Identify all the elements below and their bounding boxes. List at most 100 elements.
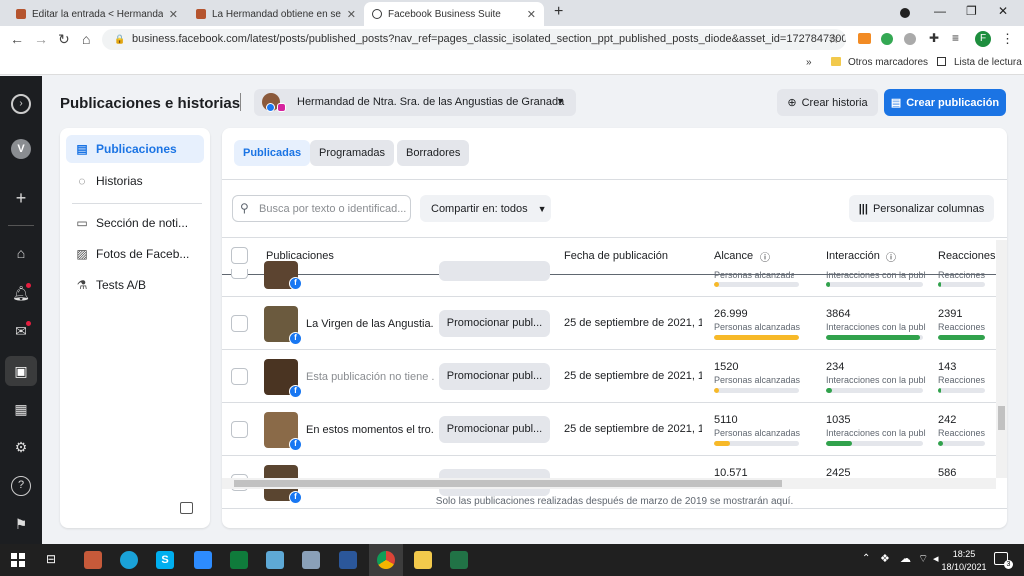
horizontal-scrollbar[interactable]: [222, 478, 996, 489]
post-text[interactable]: La Virgen de las Angustia...: [306, 318, 434, 330]
windows-start-icon[interactable]: [11, 553, 25, 567]
table-row[interactable]: f En estos momentos el tro... Promociona…: [222, 404, 1007, 456]
select-all-checkbox[interactable]: [231, 247, 248, 264]
row-checkbox[interactable]: [231, 421, 248, 438]
post-text[interactable]: En estos momentos el tro...: [306, 424, 434, 436]
chrome-menu-icon[interactable]: ⋮: [1001, 31, 1014, 47]
table-row[interactable]: f La Virgen de las Angustia... Promocion…: [222, 298, 1007, 350]
settings-gear-icon[interactable]: ⚙: [11, 437, 31, 457]
bookmarks-overflow-icon[interactable]: »: [806, 57, 812, 68]
tray-chevron-icon[interactable]: ⌃: [862, 553, 870, 564]
reactions-value: 2391: [938, 308, 963, 320]
tab-programadas[interactable]: Programadas: [310, 140, 395, 166]
wifi-icon[interactable]: ⌔: [918, 552, 928, 566]
table-row[interactable]: f Personas alcanzadas Interacciones con …: [222, 261, 1007, 297]
close-window-icon[interactable]: ✕: [998, 4, 1008, 18]
minimize-icon[interactable]: —: [934, 4, 946, 18]
customize-columns-button[interactable]: ||| Personalizar columnas: [849, 195, 994, 222]
create-plus-icon[interactable]: +: [11, 188, 31, 208]
scrollbar-thumb[interactable]: [998, 406, 1005, 430]
search-input[interactable]: ⚲ Busca por texto o identificad...: [232, 195, 411, 222]
zoom-icon[interactable]: [194, 551, 212, 569]
clock-time[interactable]: 18:25: [944, 549, 984, 559]
app-icon[interactable]: [266, 551, 284, 569]
row-checkbox[interactable]: [231, 368, 248, 385]
extensions-puzzle-icon[interactable]: ✚: [929, 31, 939, 45]
volume-icon[interactable]: ◂: [933, 552, 939, 565]
post-text[interactable]: Esta publicación no tiene ...: [306, 371, 434, 383]
browser-tab[interactable]: Editar la entrada < Hermandad d ✕: [8, 2, 186, 26]
profile-avatar[interactable]: F: [975, 31, 991, 47]
extension-icon[interactable]: [881, 33, 893, 45]
scrollbar-thumb[interactable]: [234, 480, 782, 487]
column-header-date[interactable]: Fecha de publicación: [564, 250, 668, 262]
sidebar-item-historias[interactable]: ◌ Historias: [66, 167, 204, 195]
info-icon[interactable]: ⓘ: [760, 249, 770, 264]
reading-list-link[interactable]: Lista de lectura: [954, 57, 1022, 68]
help-icon[interactable]: ?: [11, 476, 31, 496]
sidebar-item-fotos[interactable]: ▨ Fotos de Faceb...: [66, 240, 204, 268]
extension-icon[interactable]: [858, 33, 871, 44]
bookmark-star-icon[interactable]: ☆: [828, 31, 840, 47]
table-row[interactable]: f Esta publicación no tiene ... Promocio…: [222, 351, 1007, 403]
address-bar[interactable]: 🔒 business.facebook.com/latest/posts/pub…: [102, 29, 846, 50]
planner-icon[interactable]: ▦: [11, 399, 31, 419]
column-header-reactions[interactable]: Reacciones: [938, 250, 995, 262]
task-view-icon[interactable]: ⊟: [46, 552, 56, 566]
skype-icon[interactable]: S: [156, 551, 174, 569]
media-indicator-icon[interactable]: [900, 8, 910, 18]
create-story-button[interactable]: ⊕ Crear historia: [777, 89, 878, 116]
report-icon[interactable]: ⚑: [11, 514, 31, 534]
edge-icon[interactable]: [120, 551, 138, 569]
create-post-button[interactable]: ▤ Crear publicación: [884, 89, 1006, 116]
word-icon[interactable]: [339, 551, 357, 569]
clock-date[interactable]: 18/10/2021: [940, 562, 988, 572]
excel-icon[interactable]: [450, 551, 468, 569]
sidebar-item-seccion-noticias[interactable]: ▭ Sección de noti...: [66, 209, 204, 237]
onedrive-icon[interactable]: ☁: [900, 552, 911, 565]
info-icon[interactable]: ⓘ: [886, 249, 896, 264]
tab-borradores[interactable]: Borradores: [397, 140, 470, 166]
extension-icon[interactable]: [904, 33, 916, 45]
new-tab-icon[interactable]: +: [554, 3, 563, 21]
promote-button[interactable]: Promocionar publ...: [439, 363, 550, 390]
reload-icon[interactable]: ↻: [58, 31, 70, 48]
file-explorer-icon[interactable]: [414, 551, 432, 569]
reach-label: Personas alcanzadas: [714, 428, 801, 438]
home-icon[interactable]: ⌂: [11, 243, 31, 263]
promote-button[interactable]: [439, 261, 550, 281]
tab-publicadas[interactable]: Publicadas: [234, 140, 311, 166]
collapse-sidebar-icon[interactable]: [180, 502, 193, 514]
column-header-reach[interactable]: Alcance: [714, 250, 753, 262]
row-checkbox[interactable]: [231, 315, 248, 332]
restore-icon[interactable]: ❐: [966, 4, 977, 18]
close-tab-icon[interactable]: ✕: [527, 8, 536, 21]
other-bookmarks[interactable]: Otros marcadores: [848, 57, 928, 68]
promote-button[interactable]: Promocionar publ...: [439, 416, 550, 443]
meta-logo-icon[interactable]: ›: [11, 94, 31, 114]
close-tab-icon[interactable]: ✕: [169, 8, 178, 21]
sidebar-item-publicaciones[interactable]: ▤ Publicaciones: [66, 135, 204, 163]
back-icon[interactable]: ←: [10, 31, 24, 47]
app-icon[interactable]: [84, 551, 102, 569]
chrome-icon[interactable]: [377, 551, 395, 569]
browser-tab[interactable]: La Hermandad obtiene en septie ✕: [188, 2, 364, 26]
reading-list-icon[interactable]: ≡: [952, 31, 959, 45]
share-filter-dropdown[interactable]: Compartir en: todos ▼: [420, 195, 551, 222]
reactions-bar: [938, 335, 985, 340]
forward-icon[interactable]: →: [34, 31, 48, 47]
app-icon[interactable]: [230, 551, 248, 569]
close-tab-icon[interactable]: ✕: [347, 8, 356, 21]
home-icon[interactable]: ⌂: [82, 31, 90, 47]
account-avatar[interactable]: V: [11, 139, 31, 159]
promote-button[interactable]: Promocionar publ...: [439, 310, 550, 337]
vertical-scrollbar[interactable]: [996, 240, 1007, 478]
sidebar-item-tests-ab[interactable]: ⚗ Tests A/B: [66, 271, 204, 299]
interaction-label: Interacciones con la publ: [826, 322, 926, 332]
column-header-interaction[interactable]: Interacción: [826, 250, 880, 262]
browser-tab-active[interactable]: Facebook Business Suite ✕: [364, 2, 544, 26]
row-checkbox[interactable]: [231, 269, 248, 279]
dropbox-icon[interactable]: ❖: [880, 552, 890, 565]
sidebar-item-label: Historias: [96, 174, 143, 188]
app-icon[interactable]: [302, 551, 320, 569]
